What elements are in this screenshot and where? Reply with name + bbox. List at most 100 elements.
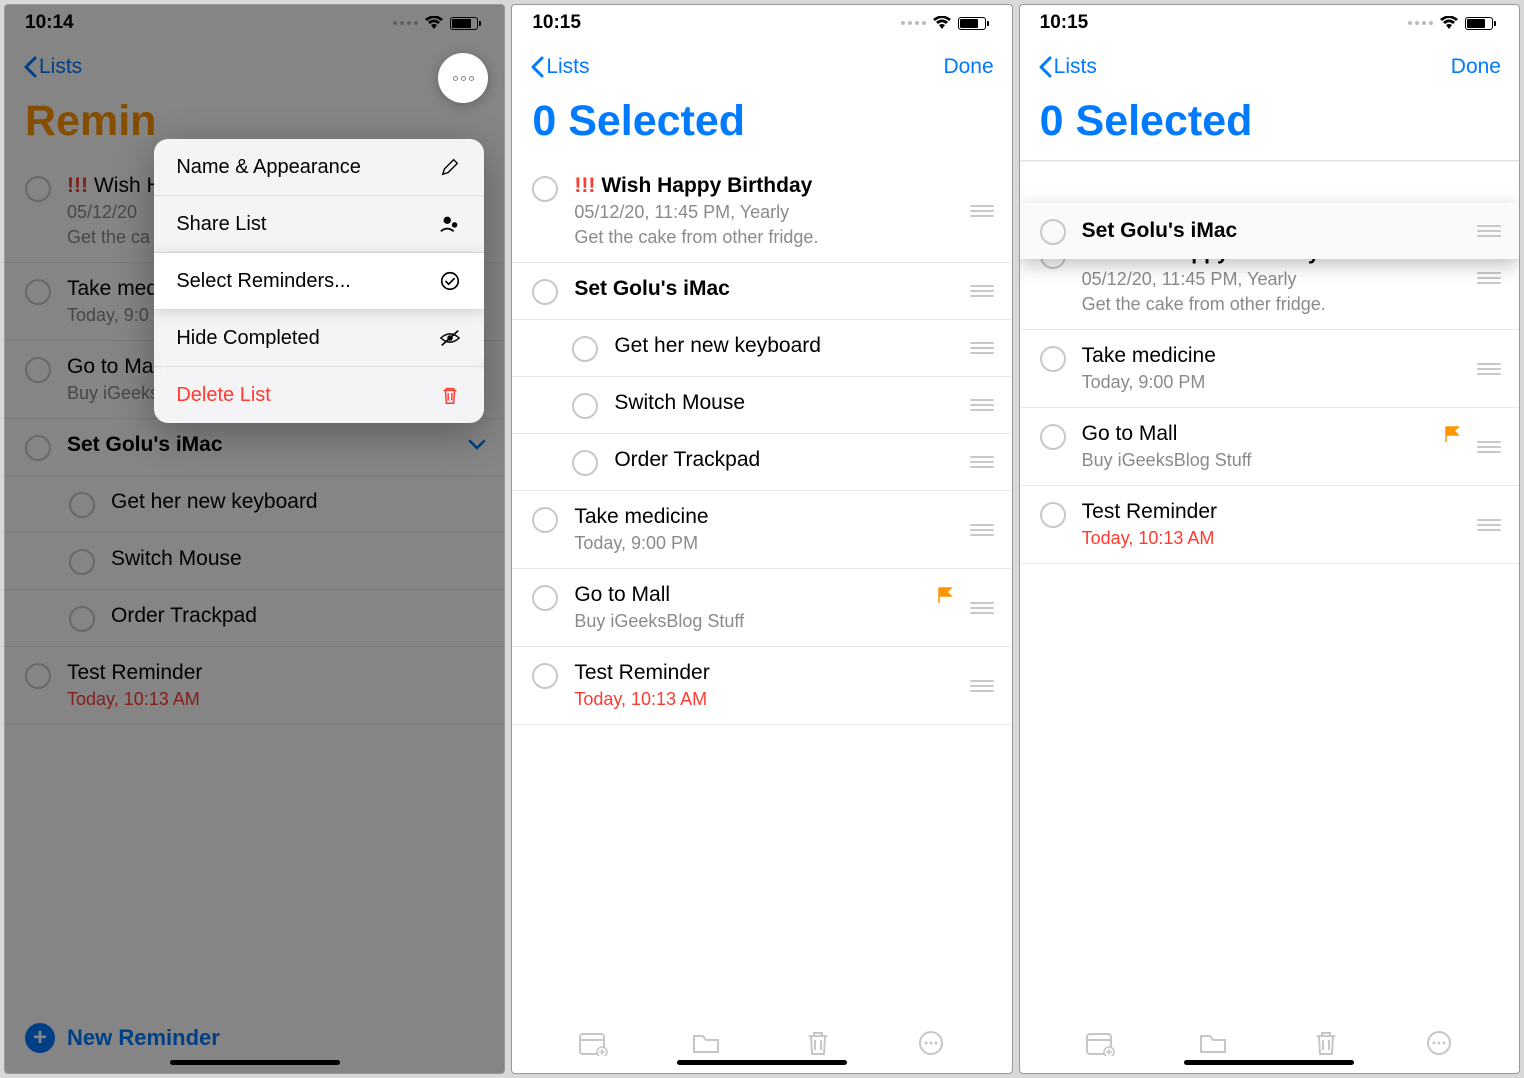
status-icons	[1408, 16, 1493, 30]
reminder-row[interactable]: Test Reminder Today, 10:13 AM	[1020, 486, 1519, 564]
selection-circle[interactable]	[1040, 424, 1066, 450]
reminder-title: Set Golu's iMac	[574, 277, 730, 301]
done-button[interactable]: Done	[943, 55, 993, 79]
selection-circle[interactable]	[532, 507, 558, 533]
reminder-subtitle: 05/12/20, 11:45 PM, Yearly	[574, 202, 953, 223]
battery-icon	[958, 17, 986, 30]
calendar-add-icon[interactable]	[1085, 1030, 1115, 1056]
reminder-row[interactable]: Set Golu's iMac	[512, 263, 1011, 320]
reminder-row[interactable]: Go to Mall Buy iGeeksBlog Stuff	[1020, 408, 1519, 486]
ellipsis-icon	[453, 76, 474, 81]
drag-handle-icon[interactable]	[1477, 225, 1501, 237]
dragged-reminder-row[interactable]: Set Golu's iMac	[1020, 203, 1519, 259]
drag-handle-icon[interactable]	[970, 342, 994, 354]
menu-share-list[interactable]: Share List	[154, 196, 484, 253]
selection-circle[interactable]	[572, 336, 598, 362]
reminders-list: !!!Wish Happy Birthday 05/12/20, 11:45 P…	[512, 160, 1011, 1013]
reminder-title: Take medicine	[1082, 344, 1216, 368]
trash-icon	[438, 383, 462, 407]
home-indicator[interactable]	[677, 1060, 847, 1065]
reminder-row[interactable]: Get her new keyboard	[512, 320, 1011, 377]
menu-delete-list[interactable]: Delete List	[154, 367, 484, 423]
folder-icon[interactable]	[1198, 1030, 1228, 1056]
reminder-note: Get the cake from other fridge.	[574, 227, 953, 248]
status-time: 10:15	[532, 12, 581, 34]
drag-handle-icon[interactable]	[1477, 441, 1501, 453]
check-circle-icon	[438, 269, 462, 293]
menu-label: Share List	[176, 213, 266, 236]
selection-circle[interactable]	[532, 663, 558, 689]
ellipsis-circle-icon[interactable]	[916, 1030, 946, 1056]
back-button[interactable]: Lists	[530, 55, 589, 79]
reminder-row[interactable]: Order Trackpad	[512, 434, 1011, 491]
selection-circle[interactable]	[1040, 219, 1066, 245]
reminder-title: Order Trackpad	[614, 448, 760, 472]
chevron-left-icon	[1038, 56, 1052, 78]
selection-circle[interactable]	[572, 450, 598, 476]
drag-handle-icon[interactable]	[1477, 363, 1501, 375]
trash-icon[interactable]	[1311, 1030, 1341, 1056]
selection-circle[interactable]	[532, 279, 558, 305]
reminder-subtitle: Today, 9:00 PM	[1082, 372, 1461, 393]
drag-handle-icon[interactable]	[970, 456, 994, 468]
reminder-row[interactable]: !!!Wish Happy Birthday 05/12/20, 11:45 P…	[512, 160, 1011, 263]
reminder-subtitle: Today, 10:13 AM	[1082, 528, 1461, 549]
folder-icon[interactable]	[691, 1030, 721, 1056]
flag-icon	[936, 586, 954, 604]
status-time: 10:15	[1040, 12, 1089, 34]
trash-icon[interactable]	[803, 1030, 833, 1056]
menu-hide-completed[interactable]: Hide Completed	[154, 310, 484, 367]
page-title-row: 0 Selected	[1020, 93, 1519, 161]
menu-label: Hide Completed	[176, 327, 319, 350]
reminder-subtitle: Buy iGeeksBlog Stuff	[1082, 450, 1461, 471]
reminder-row[interactable]: Test Reminder Today, 10:13 AM	[512, 647, 1011, 725]
reminder-row[interactable]: Go to Mall Buy iGeeksBlog Stuff	[512, 569, 1011, 647]
context-menu: Name & Appearance Share List Select Remi…	[154, 139, 484, 423]
screenshot-1: 10:14 Lists Remin !!!Wish H 05/12/20 Get…	[4, 4, 505, 1074]
drag-handle-icon[interactable]	[970, 524, 994, 536]
drag-handle-icon[interactable]	[970, 680, 994, 692]
reminder-title: Test Reminder	[1082, 500, 1217, 524]
selection-circle[interactable]	[1040, 346, 1066, 372]
pencil-icon	[438, 155, 462, 179]
menu-select-reminders[interactable]: Select Reminders...	[154, 253, 484, 310]
reminder-row[interactable]: Switch Mouse	[512, 377, 1011, 434]
reminder-subtitle: Buy iGeeksBlog Stuff	[574, 611, 953, 632]
done-button[interactable]: Done	[1451, 55, 1501, 79]
status-icons	[901, 16, 986, 30]
selection-circle[interactable]	[572, 393, 598, 419]
share-people-icon	[438, 212, 462, 236]
selection-circle[interactable]	[532, 176, 558, 202]
reminder-title: Take medicine	[574, 505, 708, 529]
status-bar: 10:15	[512, 5, 1011, 41]
eye-slash-icon	[438, 326, 462, 350]
selection-circle[interactable]	[1040, 502, 1066, 528]
home-indicator[interactable]	[1184, 1060, 1354, 1065]
drag-handle-icon[interactable]	[1477, 519, 1501, 531]
reminder-title: Wish Happy Birthday	[601, 174, 812, 198]
page-title-row: 0 Selected	[512, 93, 1011, 160]
drag-handle-icon[interactable]	[1477, 272, 1501, 284]
back-button[interactable]: Lists	[1038, 55, 1097, 79]
reminder-note: Get the cake from other fridge.	[1082, 294, 1461, 315]
menu-label: Name & Appearance	[176, 156, 361, 179]
selection-circle[interactable]	[532, 585, 558, 611]
ellipsis-circle-icon[interactable]	[1424, 1030, 1454, 1056]
back-label: Lists	[546, 55, 589, 79]
reminder-title: Switch Mouse	[614, 391, 745, 415]
drag-handle-icon[interactable]	[970, 399, 994, 411]
reminder-row[interactable]: Take medicine Today, 9:00 PM	[512, 491, 1011, 569]
drag-handle-icon[interactable]	[970, 285, 994, 297]
page-title: 0 Selected	[1040, 97, 1499, 146]
reminder-row[interactable]: Take medicine Today, 9:00 PM	[1020, 330, 1519, 408]
drag-handle-icon[interactable]	[970, 205, 994, 217]
back-label: Lists	[1054, 55, 1097, 79]
calendar-add-icon[interactable]	[578, 1030, 608, 1056]
reminder-title: Get her new keyboard	[614, 334, 821, 358]
drag-handle-icon[interactable]	[970, 602, 994, 614]
more-button[interactable]	[438, 53, 488, 103]
battery-icon	[1465, 17, 1493, 30]
menu-label: Delete List	[176, 384, 271, 407]
menu-name-appearance[interactable]: Name & Appearance	[154, 139, 484, 196]
chevron-left-icon	[530, 56, 544, 78]
